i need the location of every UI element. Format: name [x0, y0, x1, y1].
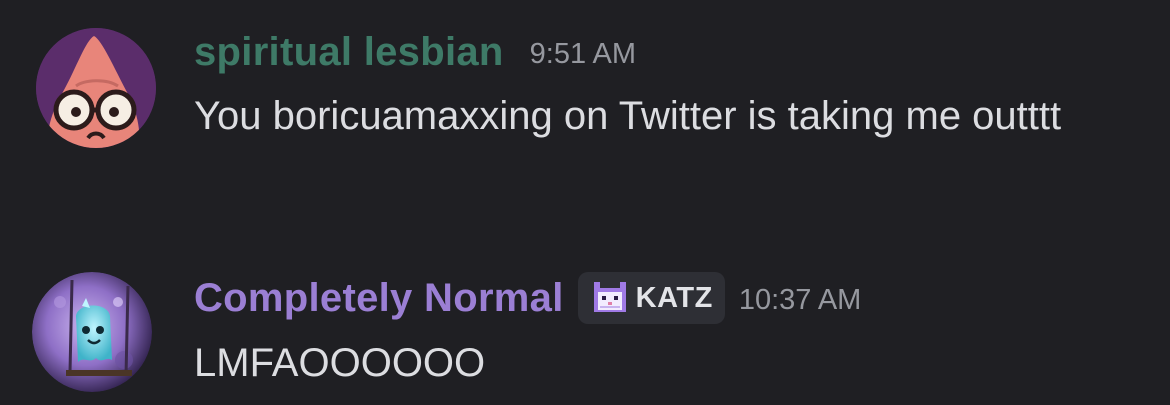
ghost-moon-avatar	[32, 272, 152, 392]
user-avatar[interactable]	[36, 28, 156, 148]
username[interactable]: Completely Normal	[194, 276, 564, 321]
timestamp: 9:51 AM	[529, 37, 637, 70]
timestamp: 10:37 AM	[738, 283, 862, 316]
username[interactable]: spiritual lesbian	[194, 30, 504, 75]
chat-message: Completely Normal KATZ 10:37 AM LMFAOOOO…	[0, 220, 1170, 405]
pixel-cat-icon	[593, 282, 626, 312]
chat-message: spiritual lesbian 9:51 AM You boricuamax…	[0, 0, 1170, 220]
message-content: You boricuamaxxing on Twitter is taking …	[194, 94, 1062, 138]
user-avatar[interactable]	[32, 272, 152, 392]
server-tag-label: KATZ	[635, 281, 713, 314]
server-tag-badge[interactable]: KATZ	[577, 272, 725, 324]
message-header: Completely Normal KATZ 10:37 AM	[194, 270, 861, 326]
message-header: spiritual lesbian 9:51 AM	[194, 26, 636, 78]
patrick-star-glasses-avatar	[36, 28, 156, 148]
message-content: LMFAOOOOOO	[194, 341, 486, 385]
